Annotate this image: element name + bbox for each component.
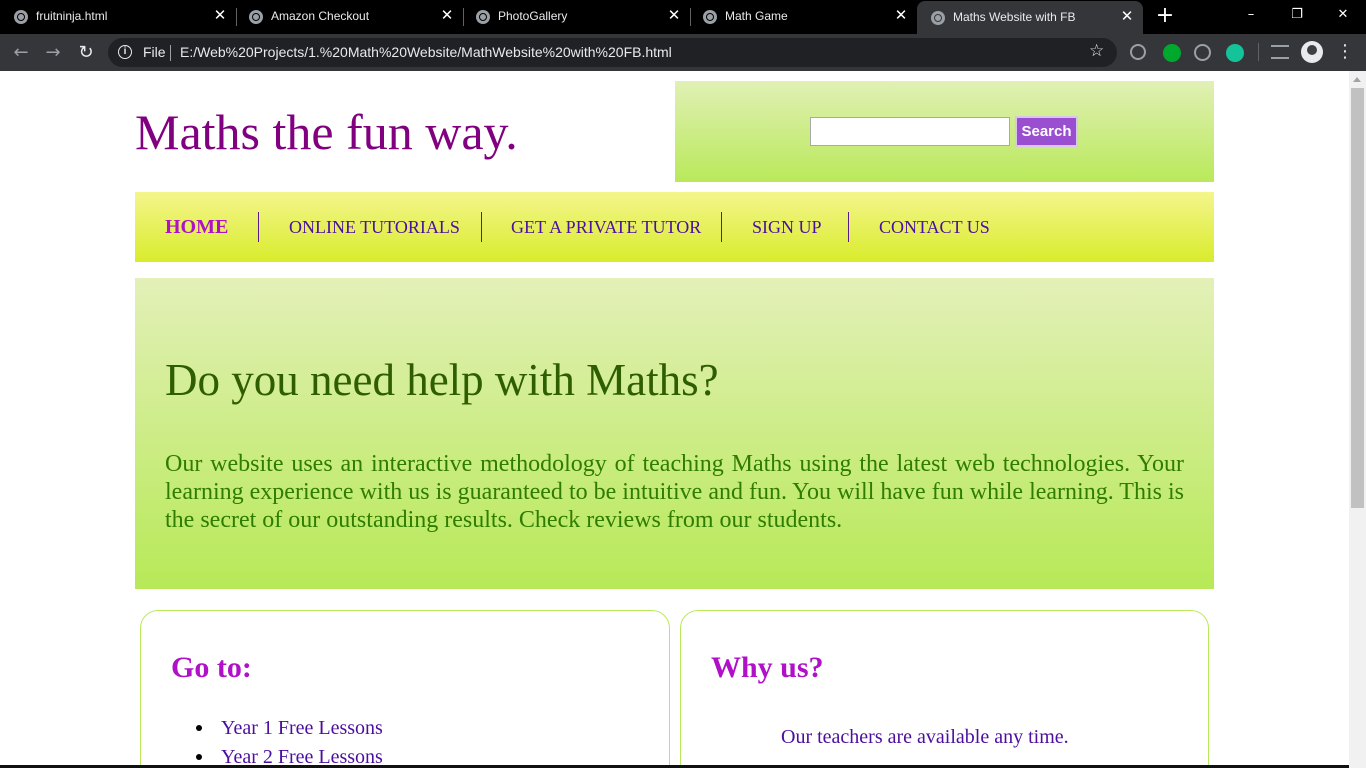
- url-text[interactable]: E:/Web%20Projects/1.%20Math%20Website/Ma…: [180, 44, 672, 60]
- extension-icon[interactable]: [1130, 44, 1146, 60]
- nav-contact-us[interactable]: CONTACT US: [879, 217, 990, 238]
- goto-link-year-1[interactable]: Year 1 Free Lessons: [196, 715, 383, 744]
- browser-toolbar: ← → ↻ i File E:/Web%20Projects/1.%20Math…: [0, 34, 1366, 71]
- why-us-title: Why us?: [711, 651, 824, 684]
- tab-photogallery[interactable]: PhotoGallery ✕: [462, 0, 689, 34]
- site-title: Maths the fun way.: [135, 104, 518, 160]
- menu-icon[interactable]: ⋮: [1336, 40, 1354, 64]
- tab-title: Maths Website with FB: [953, 10, 1076, 24]
- globe-icon: [249, 10, 263, 24]
- why-us-text: Our teachers are available any time.: [781, 726, 1069, 748]
- globe-icon: [931, 11, 945, 25]
- tab-title: Math Game: [725, 9, 788, 23]
- toolbar-divider: [1258, 43, 1259, 61]
- why-us-card: Why us? Our teachers are available any t…: [680, 610, 1209, 768]
- search-panel: Search: [675, 81, 1214, 182]
- reload-icon[interactable]: ↻: [73, 40, 99, 66]
- info-icon[interactable]: i: [118, 45, 132, 59]
- close-icon[interactable]: ✕: [438, 7, 456, 25]
- close-icon[interactable]: ✕: [1118, 8, 1136, 26]
- hero-section: Do you need help with Maths? Our website…: [135, 278, 1214, 589]
- tab-math-game[interactable]: Math Game ✕: [689, 0, 917, 34]
- close-icon[interactable]: ✕: [211, 7, 229, 25]
- tab-strip: fruitninja.html ✕ Amazon Checkout ✕ Phot…: [0, 0, 1366, 34]
- nav-home[interactable]: HOME: [165, 216, 228, 239]
- nav-divider: [481, 212, 482, 242]
- new-tab-icon[interactable]: +: [1154, 5, 1176, 28]
- globe-icon: [14, 10, 28, 24]
- pinterest-icon[interactable]: [1194, 44, 1211, 61]
- hero-title: Do you need help with Maths?: [165, 355, 719, 405]
- close-icon[interactable]: ✕: [665, 7, 683, 25]
- tab-title: Amazon Checkout: [271, 9, 370, 23]
- search-button[interactable]: Search: [1015, 116, 1078, 147]
- back-icon[interactable]: ←: [8, 40, 34, 66]
- scheme-label: File: [143, 44, 166, 60]
- star-icon[interactable]: ☆: [1089, 41, 1104, 61]
- window-close-icon[interactable]: ✕: [1320, 4, 1366, 30]
- grammarly-icon[interactable]: [1226, 44, 1244, 62]
- tab-maths-website[interactable]: Maths Website with FB ✕: [917, 1, 1143, 34]
- goto-card: Go to: Year 1 Free Lessons Year 2 Free L…: [140, 610, 670, 768]
- tab-title: PhotoGallery: [498, 9, 568, 23]
- nav-divider: [258, 212, 259, 242]
- main-nav: HOME ONLINE TUTORIALS GET A PRIVATE TUTO…: [135, 192, 1214, 262]
- nav-sign-up[interactable]: SIGN UP: [752, 217, 822, 238]
- nav-divider: [848, 212, 849, 242]
- nav-divider: [721, 212, 722, 242]
- close-icon[interactable]: ✕: [892, 7, 910, 25]
- goto-title: Go to:: [171, 651, 252, 684]
- scrollbar-thumb[interactable]: [1351, 88, 1364, 508]
- search-input[interactable]: [810, 117, 1010, 146]
- goto-list: Year 1 Free Lessons Year 2 Free Lessons: [196, 715, 383, 768]
- globe-icon: [476, 10, 490, 24]
- scroll-up-arrow-icon[interactable]: [1353, 77, 1361, 82]
- nav-online-tutorials[interactable]: ONLINE TUTORIALS: [289, 217, 460, 238]
- hero-text: Our website uses an interactive methodol…: [165, 451, 1184, 533]
- globe-icon: [703, 10, 717, 24]
- nav-private-tutor[interactable]: GET A PRIVATE TUTOR: [511, 217, 701, 238]
- media-icon[interactable]: [1271, 45, 1289, 59]
- forward-icon[interactable]: →: [40, 40, 66, 66]
- minimize-icon[interactable]: –: [1228, 4, 1274, 30]
- tab-title: fruitninja.html: [36, 9, 108, 23]
- tab-amazon-checkout[interactable]: Amazon Checkout ✕: [235, 0, 462, 34]
- evernote-icon[interactable]: [1163, 44, 1181, 62]
- restore-icon[interactable]: ❐: [1274, 4, 1320, 30]
- tab-fruitninja[interactable]: fruitninja.html ✕: [0, 0, 230, 34]
- avatar[interactable]: [1301, 41, 1323, 63]
- address-bar[interactable]: i File E:/Web%20Projects/1.%20Math%20Web…: [108, 38, 1117, 67]
- address-divider: [170, 45, 171, 61]
